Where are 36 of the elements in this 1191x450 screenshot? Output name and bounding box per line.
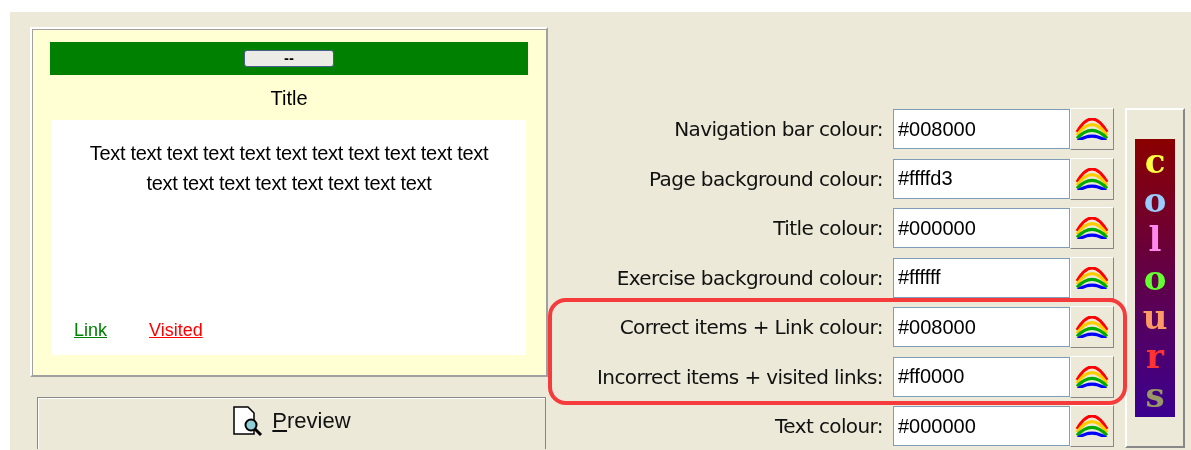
link[interactable]: Link (74, 320, 108, 341)
body-text: Text text text text text text text text text text text text text text text text text text text (88, 141, 490, 196)
field-label: Incorrect items + visited links: (596, 364, 884, 389)
field-label: Page background colour: (648, 166, 884, 191)
preview-button[interactable]: Preview (37, 397, 546, 449)
colours-button[interactable]: c o l o u r s (1125, 108, 1185, 448)
colour-field[interactable]: #008000 (893, 109, 1070, 150)
nav-button[interactable]: -- (244, 50, 334, 67)
colour-picker-button[interactable] (1070, 207, 1114, 250)
colour-picker-button[interactable] (1070, 306, 1114, 349)
field-label: Correct items + Link colour: (618, 315, 884, 340)
colour-field[interactable]: #008000 (893, 307, 1070, 348)
colour-picker-button[interactable] (1070, 355, 1114, 398)
visited-link[interactable]: Visited (149, 320, 203, 341)
colour-picker-button[interactable] (1070, 108, 1114, 151)
rainbow-icon (1075, 266, 1109, 289)
colour-picker-button[interactable] (1070, 405, 1114, 448)
field-label: Exercise background colour: (615, 265, 884, 290)
colour-field[interactable]: #ff0000 (893, 356, 1070, 397)
rainbow-icon (1075, 118, 1109, 141)
rainbow-icon (1075, 415, 1109, 438)
field-label: Title colour: (772, 216, 884, 241)
rainbow-icon (1075, 167, 1109, 190)
colour-field[interactable]: #ffffd3 (893, 158, 1070, 199)
rainbow-icon (1075, 217, 1109, 240)
field-label: Navigation bar colour: (673, 117, 884, 142)
colour-picker-button[interactable] (1070, 157, 1114, 200)
colour-field[interactable]: #000000 (893, 406, 1070, 447)
magnifier-page-icon (232, 406, 265, 436)
colour-field[interactable]: #000000 (893, 208, 1070, 249)
preview-title: Title (269, 87, 309, 110)
colour-picker-button[interactable] (1070, 256, 1114, 299)
field-label: Text colour: (774, 414, 884, 439)
rainbow-icon (1075, 316, 1109, 339)
colour-field[interactable]: #ffffff (893, 257, 1070, 298)
rainbow-icon (1075, 365, 1109, 388)
